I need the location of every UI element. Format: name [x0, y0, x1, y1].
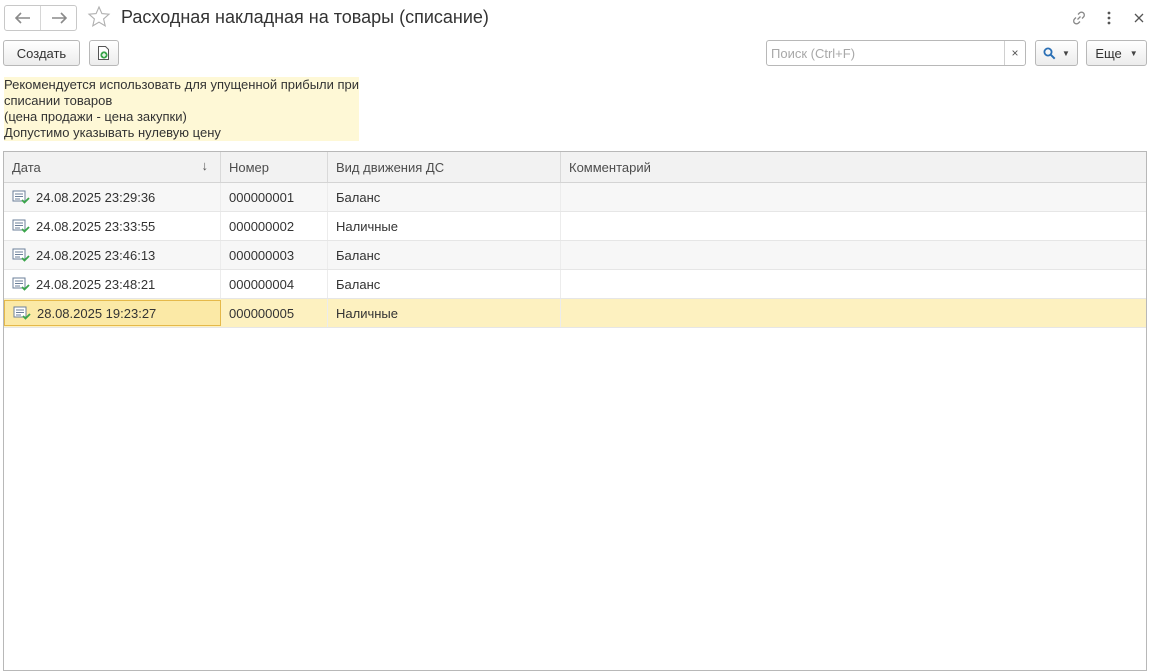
cell-comment [561, 299, 1146, 327]
cell-date: 24.08.2025 23:46:13 [4, 241, 221, 269]
more-vertical-icon [1107, 11, 1111, 25]
chevron-down-icon: ▼ [1062, 48, 1070, 58]
date-value: 24.08.2025 23:46:13 [36, 247, 156, 263]
posted-document-icon [12, 190, 30, 204]
table-row[interactable]: 24.08.2025 23:48:21 000000004 Баланс [4, 270, 1146, 299]
cell-cash-flow-type: Наличные [328, 299, 561, 327]
posted-document-icon [13, 306, 31, 320]
link-button[interactable] [1069, 8, 1089, 28]
create-button[interactable]: Создать [3, 40, 80, 66]
note-line: Рекомендуется использовать для упущенной… [4, 77, 360, 92]
command-bar: Создать × ▼ Еще ▼ [0, 40, 1155, 67]
search-clear-button[interactable]: × [1004, 41, 1025, 65]
cell-comment [561, 270, 1146, 298]
close-button[interactable] [1129, 8, 1149, 28]
back-button[interactable] [5, 6, 40, 30]
cell-comment [561, 241, 1146, 269]
column-header-number[interactable]: Номер [221, 152, 328, 182]
cell-date: 24.08.2025 23:29:36 [4, 183, 221, 211]
page-title: Расходная накладная на товары (списание) [121, 7, 489, 27]
cell-number: 000000005 [221, 299, 328, 327]
cell-number: 000000001 [221, 183, 328, 211]
cell-date: 24.08.2025 23:33:55 [4, 212, 221, 240]
column-header-label: Комментарий [569, 159, 651, 175]
add-copy-button[interactable] [89, 40, 119, 66]
sort-descending-icon: ↓ [201, 158, 209, 173]
search-options-button[interactable]: ▼ [1035, 40, 1078, 66]
document-add-icon [98, 46, 109, 60]
more-options-button[interactable] [1099, 8, 1119, 28]
column-header-label: Номер [229, 159, 270, 175]
table-row-selected[interactable]: 28.08.2025 19:23:27 000000005 Наличные [4, 299, 1146, 328]
cell-date: 24.08.2025 23:48:21 [4, 270, 221, 298]
note-line: Допустимо указывать нулевую цену [4, 125, 221, 140]
column-header-label: Вид движения ДС [336, 159, 445, 175]
note-line: списании товаров [4, 93, 113, 108]
cell-comment [561, 212, 1146, 240]
documents-table: Дата ↓ Номер Вид движения ДС Комментарий… [3, 151, 1147, 671]
posted-document-icon [12, 277, 30, 291]
forward-button[interactable] [40, 6, 76, 30]
star-icon [87, 5, 111, 28]
chevron-down-icon: ▼ [1129, 48, 1138, 58]
table-row[interactable]: 24.08.2025 23:29:36 000000001 Баланс [4, 183, 1146, 212]
cell-cash-flow-type: Баланс [328, 241, 561, 269]
favorite-button[interactable] [86, 4, 112, 30]
date-value: 28.08.2025 19:23:27 [37, 305, 157, 321]
cell-comment [561, 183, 1146, 211]
search-box: × [766, 40, 1026, 66]
cell-cash-flow-type: Наличные [328, 212, 561, 240]
search-icon [1043, 47, 1056, 59]
more-button[interactable]: Еще ▼ [1086, 40, 1147, 66]
date-value: 24.08.2025 23:29:36 [36, 189, 156, 205]
cell-number: 000000003 [221, 241, 328, 269]
more-button-label: Еще [1095, 45, 1122, 61]
cell-cash-flow-type: Баланс [328, 183, 561, 211]
table-row[interactable]: 24.08.2025 23:33:55 000000002 Наличные [4, 212, 1146, 241]
cell-cash-flow-type: Баланс [328, 270, 561, 298]
forward-arrow-icon [51, 12, 67, 24]
table-row[interactable]: 24.08.2025 23:46:13 000000003 Баланс [4, 241, 1146, 270]
search-input[interactable] [767, 41, 1004, 65]
cell-number: 000000004 [221, 270, 328, 298]
navigation-buttons [4, 5, 77, 31]
posted-document-icon [12, 248, 30, 262]
info-note: Рекомендуется использовать для упущенной… [4, 77, 359, 141]
column-header-comment[interactable]: Комментарий [561, 152, 1146, 182]
column-header-label: Дата [12, 159, 41, 175]
date-value: 24.08.2025 23:33:55 [36, 218, 156, 234]
cell-date: 28.08.2025 19:23:27 [4, 300, 221, 326]
title-bar: Расходная накладная на товары (списание) [0, 0, 1155, 36]
table-header: Дата ↓ Номер Вид движения ДС Комментарий [4, 152, 1146, 183]
window-controls [1069, 7, 1149, 29]
column-header-date[interactable]: Дата ↓ [4, 152, 221, 182]
link-icon [1073, 11, 1085, 25]
back-arrow-icon [14, 12, 30, 24]
date-value: 24.08.2025 23:48:21 [36, 276, 156, 292]
close-icon [1134, 13, 1144, 23]
cell-number: 000000002 [221, 212, 328, 240]
note-line: (цена продажи - цена закупки) [4, 109, 187, 124]
column-header-cash-flow-type[interactable]: Вид движения ДС [328, 152, 561, 182]
posted-document-icon [12, 219, 30, 233]
